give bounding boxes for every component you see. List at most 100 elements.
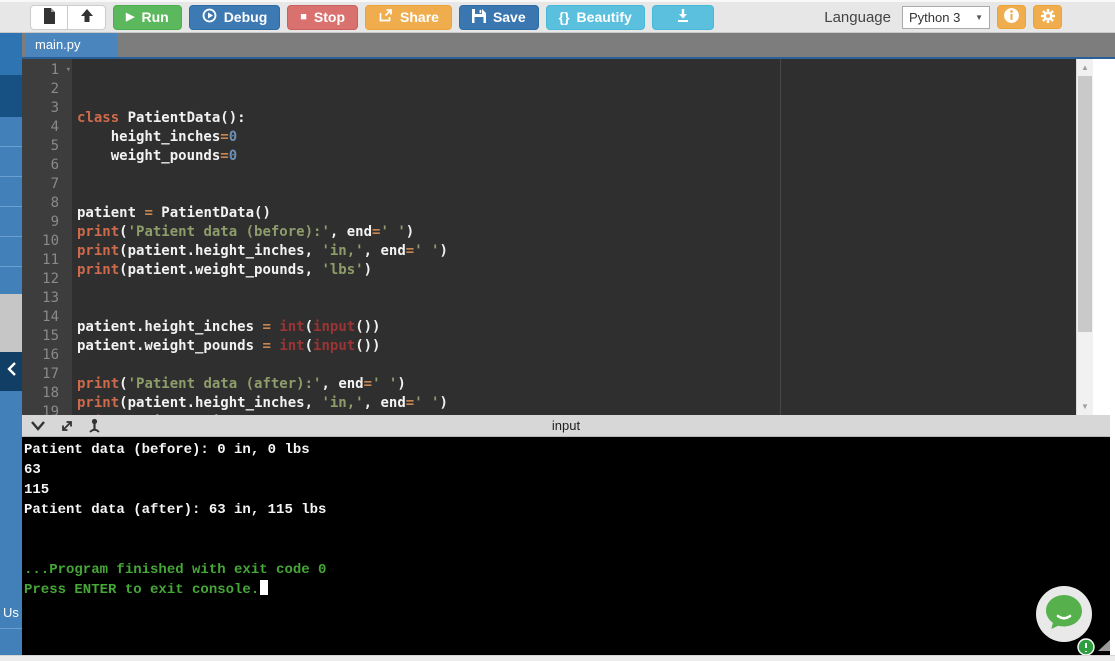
line-number: 19 — [42, 404, 59, 415]
new-file-icon — [43, 7, 56, 27]
upload-button[interactable] — [68, 4, 106, 30]
console-line: 63 — [24, 462, 41, 478]
console-line: Press ENTER to exit console. — [24, 580, 1110, 600]
console-output[interactable]: Patient data (before): 0 in, 0 lbs 63 115 P… — [22, 437, 1110, 655]
info-button[interactable] — [997, 5, 1026, 29]
download-button[interactable] — [651, 4, 714, 30]
chat-widget-button[interactable] — [1036, 586, 1092, 642]
sidebar-divider — [0, 628, 22, 629]
chat-bubble-icon — [1044, 593, 1084, 636]
line-number: 10 — [42, 233, 59, 249]
save-icon — [471, 8, 486, 26]
contact-us-tab[interactable]: Us — [0, 391, 22, 655]
code-line[interactable] — [77, 299, 1076, 318]
code-line[interactable]: print('Patient data (after):', end=' ') — [77, 375, 1076, 394]
left-sidebar-strip: Us — [0, 33, 22, 655]
line-number: 13 — [42, 290, 59, 306]
chevron-left-icon — [5, 361, 17, 382]
console-header: input — [22, 415, 1110, 437]
expand-console-icon[interactable] — [60, 419, 74, 433]
line-number: 17 — [42, 366, 59, 382]
console-line: Patient data (after): 63 in, 115 lbs — [24, 502, 327, 518]
line-number: 15 — [42, 328, 59, 344]
onlinegdb-ide: ▶ Run Debug ■ Stop Share Save {} Beautif… — [0, 0, 1115, 661]
chevron-down-icon: ▼ — [975, 12, 983, 22]
code-editor: 1 ▾ 2 3 4 5 6 7 8 9 10 11 12 13 14 15 16 17 18 19 class Pat… — [22, 59, 1093, 415]
scroll-down-arrow[interactable]: ▼ — [1077, 398, 1093, 415]
sidebar-item-list[interactable] — [0, 117, 22, 294]
stop-button[interactable]: ■ Stop — [287, 4, 359, 30]
code-line[interactable]: weight_pounds=0 — [77, 147, 1076, 166]
line-number: 8 — [50, 195, 59, 211]
plug-icon[interactable] — [88, 418, 100, 434]
editor-code-area[interactable]: class PatientData(): height_inches=0 wei… — [72, 59, 1076, 415]
line-number: 9 — [50, 214, 59, 230]
debug-icon — [202, 8, 217, 26]
language-label: Language — [824, 8, 891, 26]
code-line[interactable] — [77, 166, 1076, 185]
console-line: Patient data (before): 0 in, 0 lbs — [24, 442, 310, 458]
language-select-value: Python 3 — [909, 9, 961, 25]
code-line[interactable]: print(patient.height_inches, 'in,', end=… — [77, 242, 1076, 261]
scroll-up-arrow[interactable]: ▲ — [1077, 59, 1093, 76]
fold-caret-icon[interactable]: ▾ — [66, 61, 71, 80]
language-select[interactable]: Python 3 ▼ — [902, 5, 990, 29]
run-button[interactable]: ▶ Run — [113, 4, 182, 30]
share-button[interactable]: Share — [365, 4, 452, 30]
code-line[interactable] — [77, 356, 1076, 375]
play-icon: ▶ — [126, 10, 135, 23]
editor-lines: class PatientData(): height_inches=0 wei… — [77, 109, 1076, 415]
editor-scrollbar[interactable]: ▲ ▼ — [1076, 59, 1093, 415]
code-line[interactable]: patient = PatientData() — [77, 204, 1076, 223]
code-line[interactable] — [77, 185, 1076, 204]
toolbar: ▶ Run Debug ■ Stop Share Save {} Beautif… — [0, 0, 1115, 33]
code-line[interactable] — [77, 280, 1076, 299]
run-button-label: Run — [141, 9, 169, 25]
scrollbar-thumb[interactable] — [1078, 76, 1092, 332]
debug-button[interactable]: Debug — [188, 4, 281, 30]
line-number: 12 — [42, 271, 59, 287]
line-number: 1 ▾ — [50, 61, 71, 80]
info-icon — [1003, 7, 1020, 27]
file-button-group — [30, 4, 106, 30]
code-line[interactable]: patient.height_inches = int(input()) — [77, 318, 1076, 337]
beautify-button[interactable]: {} Beautify — [545, 4, 645, 30]
tab-main-py[interactable]: main.py — [25, 33, 117, 57]
editor-gutter: 1 ▾ 2 3 4 5 6 7 8 9 10 11 12 13 14 15 16 17 18 19 — [22, 59, 72, 415]
sidebar-collapse-button[interactable] — [0, 352, 22, 391]
share-button-label: Share — [400, 9, 439, 25]
line-number: 6 — [50, 157, 59, 173]
code-line[interactable]: class PatientData(): — [77, 109, 1076, 128]
console-line: ...Program finished with exit code 0 — [24, 562, 327, 578]
code-line[interactable]: print(patient.height_inches, 'in,', end=… — [77, 394, 1076, 413]
braces-icon: {} — [558, 9, 570, 25]
code-line[interactable]: patient.weight_pounds = int(input()) — [77, 337, 1076, 356]
sidebar-segment-gray — [0, 294, 22, 352]
collapse-console-icon[interactable] — [30, 420, 46, 432]
line-number: 14 — [42, 309, 59, 325]
sidebar-segment-dark[interactable] — [0, 75, 22, 117]
code-line[interactable]: print(patient.weight_pounds, 'lbs') — [77, 261, 1076, 280]
line-number: 2 — [50, 81, 59, 97]
new-file-button[interactable] — [30, 4, 68, 30]
gear-icon — [1040, 8, 1056, 27]
stop-button-label: Stop — [313, 9, 346, 25]
save-button-label: Save — [492, 9, 526, 25]
console-input-label: input — [551, 418, 581, 433]
line-number: 3 — [50, 100, 59, 116]
share-icon — [378, 8, 393, 26]
code-line[interactable]: print('Patient data (before):', end=' ') — [77, 223, 1076, 242]
debug-button-label: Debug — [223, 9, 268, 25]
bottom-strip — [0, 655, 1115, 661]
save-button[interactable]: Save — [458, 4, 539, 30]
beautify-button-label: Beautify — [576, 9, 632, 25]
line-number: 11 — [42, 252, 59, 268]
upload-icon — [80, 8, 94, 26]
console-line: 115 — [24, 482, 50, 498]
code-line[interactable]: height_inches=0 — [77, 128, 1076, 147]
console-cursor — [260, 580, 269, 595]
settings-button[interactable] — [1033, 5, 1062, 29]
sidebar-segment-top[interactable] — [0, 33, 22, 75]
